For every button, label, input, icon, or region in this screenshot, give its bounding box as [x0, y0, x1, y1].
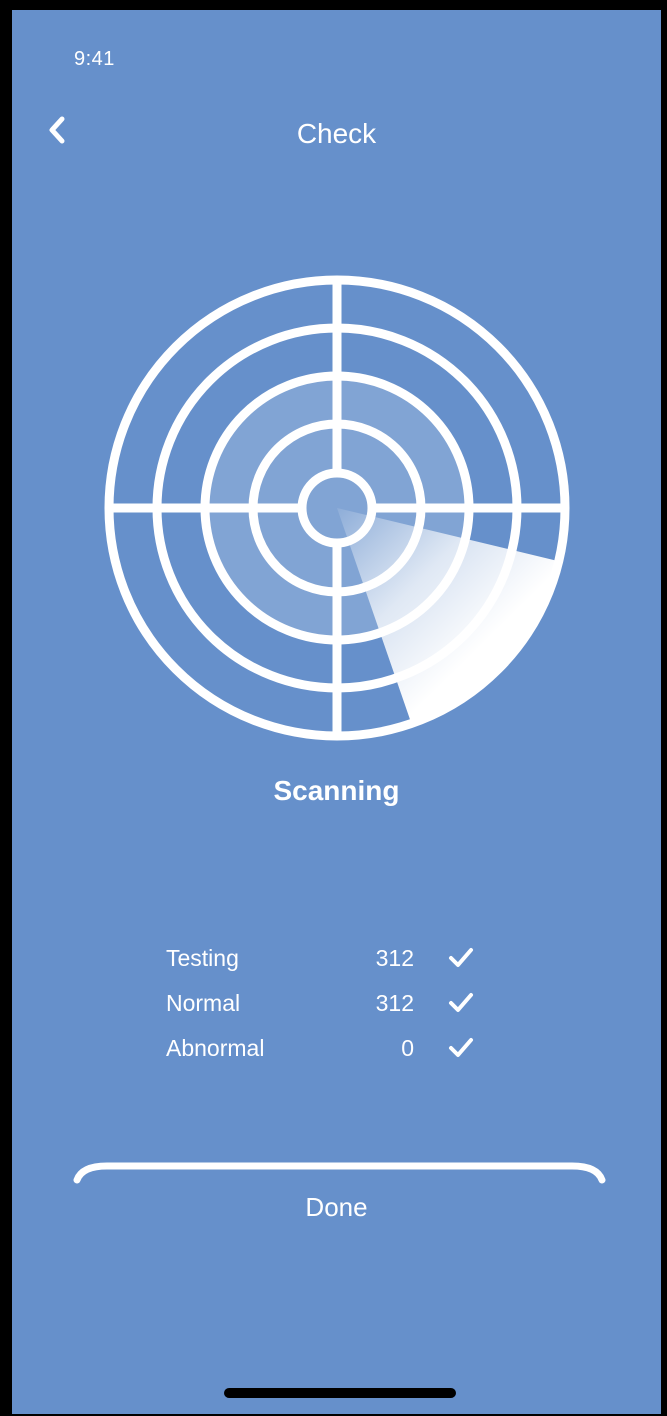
radar-graphic: [104, 275, 570, 741]
scan-status-label: Scanning: [273, 775, 400, 806]
device-frame: 9:41 Check Scanning Testing 312 Normal 3…: [0, 0, 667, 1416]
stat-value: 0: [401, 1035, 414, 1061]
stat-value: 312: [375, 945, 414, 971]
done-button-label: Done: [305, 1192, 368, 1222]
stat-label: Abnormal: [166, 1035, 265, 1061]
stat-row-normal: Normal 312: [166, 990, 486, 1035]
checkmark-icon: [449, 993, 473, 1012]
screen: 9:41 Check Scanning Testing 312 Normal 3…: [12, 10, 661, 1414]
checkmark-icon: [449, 948, 473, 967]
stat-label: Normal: [166, 990, 241, 1016]
stat-label: Testing: [166, 945, 239, 971]
checkmark-icon: [449, 1038, 473, 1057]
stat-value: 312: [375, 990, 414, 1016]
home-indicator: [224, 1388, 456, 1398]
stat-row-testing: Testing 312: [166, 945, 486, 990]
stats-list: Testing 312 Normal 312 Abnormal 0: [166, 945, 486, 1080]
stat-row-abnormal: Abnormal 0: [166, 1035, 486, 1080]
